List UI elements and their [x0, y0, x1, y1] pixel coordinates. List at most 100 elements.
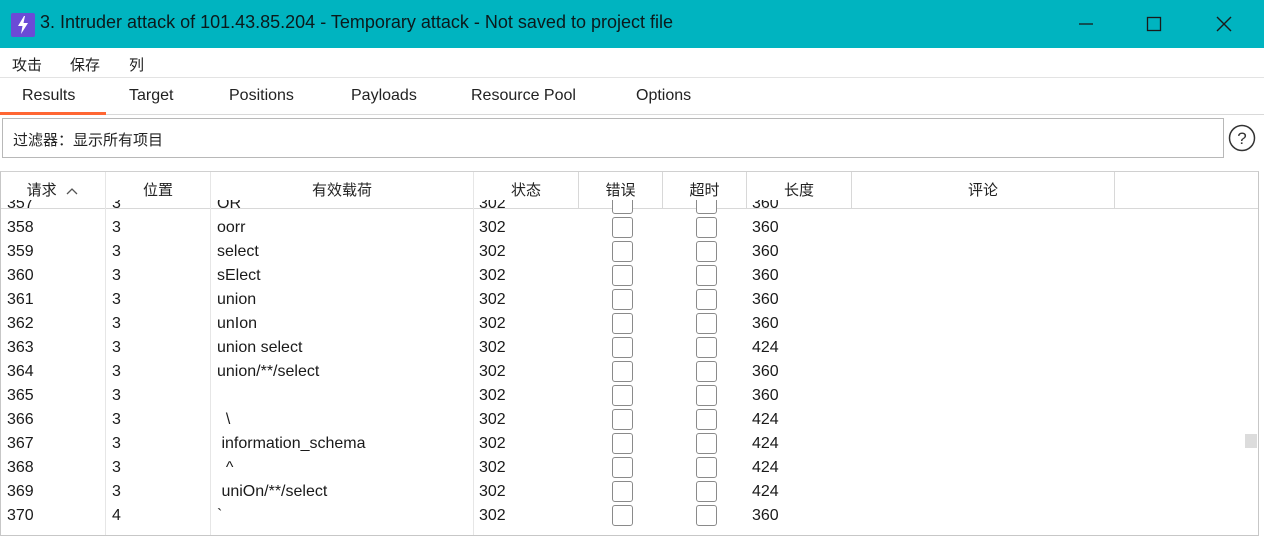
- status-cell: 302: [479, 200, 506, 212]
- table-row[interactable]: 360 3 sElect 302 360: [1, 264, 1246, 288]
- table-row[interactable]: 367 3 information_schema 302 424: [1, 432, 1246, 456]
- tab-target[interactable]: Target: [129, 87, 173, 105]
- table-row[interactable]: 370 4 ` 302 360: [1, 504, 1246, 528]
- request-cell: 363: [7, 339, 34, 356]
- filter-bar[interactable]: 过滤器：显示所有项目: [2, 118, 1224, 158]
- tab-results[interactable]: Results: [22, 87, 75, 105]
- request-cell: 361: [7, 291, 34, 308]
- request-cell: 364: [7, 363, 34, 380]
- tab-bar: Results Target Positions Payloads Resour…: [0, 79, 1264, 115]
- results-table: 请求 位置 有效载荷 状态 错误 超时 长度 评论 357 3 OR 302 360 35…: [0, 171, 1259, 536]
- error-checkbox[interactable]: [612, 337, 633, 358]
- payload-cell: oorr: [217, 219, 246, 236]
- position-cell: 3: [112, 291, 121, 308]
- payload-cell: union: [217, 291, 257, 308]
- payload-cell: ^: [217, 459, 234, 476]
- length-cell: 360: [752, 507, 779, 524]
- maximize-button[interactable]: [1120, 0, 1188, 48]
- timeout-checkbox[interactable]: [696, 241, 717, 262]
- table-row[interactable]: 359 3 select 302 360: [1, 240, 1246, 264]
- position-cell: 3: [112, 363, 121, 380]
- timeout-checkbox[interactable]: [696, 217, 717, 238]
- error-checkbox[interactable]: [612, 409, 633, 430]
- error-checkbox[interactable]: [612, 200, 633, 214]
- position-cell: 3: [112, 411, 121, 428]
- error-checkbox[interactable]: [612, 457, 633, 478]
- menu-attack[interactable]: 攻击: [12, 54, 42, 75]
- timeout-checkbox[interactable]: [696, 337, 717, 358]
- length-cell: 360: [752, 219, 779, 236]
- maximize-icon: [1146, 16, 1162, 32]
- timeout-checkbox[interactable]: [696, 200, 717, 214]
- timeout-checkbox[interactable]: [696, 385, 717, 406]
- payload-cell: information_schema: [217, 435, 366, 452]
- status-cell: 302: [479, 459, 506, 476]
- timeout-checkbox[interactable]: [696, 313, 717, 334]
- tab-positions[interactable]: Positions: [229, 87, 294, 105]
- tab-options[interactable]: Options: [636, 87, 691, 105]
- length-cell: 360: [752, 291, 779, 308]
- request-cell: 362: [7, 315, 34, 332]
- table-row[interactable]: 369 3 uniOn/**/select 302 424: [1, 480, 1246, 504]
- timeout-checkbox[interactable]: [696, 505, 717, 526]
- error-checkbox[interactable]: [612, 505, 633, 526]
- table-row[interactable]: 364 3 union/**/select 302 360: [1, 360, 1246, 384]
- error-checkbox[interactable]: [612, 481, 633, 502]
- error-checkbox[interactable]: [612, 217, 633, 238]
- timeout-checkbox[interactable]: [696, 433, 717, 454]
- timeout-checkbox[interactable]: [696, 481, 717, 502]
- status-cell: 302: [479, 291, 506, 308]
- error-checkbox[interactable]: [612, 289, 633, 310]
- resize-grip[interactable]: [618, 538, 642, 544]
- table-row[interactable]: 357 3 OR 302 360: [1, 200, 1246, 216]
- length-cell: 360: [752, 387, 779, 404]
- position-cell: 3: [112, 435, 121, 452]
- table-body: 357 3 OR 302 360 358 3 oorr 302 360 359 3 select 302 3…: [1, 200, 1246, 535]
- position-cell: 3: [112, 459, 121, 476]
- payload-cell: `: [217, 507, 223, 524]
- timeout-checkbox[interactable]: [696, 361, 717, 382]
- tab-resource-pool[interactable]: Resource Pool: [471, 87, 576, 105]
- request-cell: 360: [7, 267, 34, 284]
- request-cell: 369: [7, 483, 34, 500]
- error-checkbox[interactable]: [612, 433, 633, 454]
- minimize-button[interactable]: [1052, 0, 1120, 48]
- table-row[interactable]: 365 3 302 360: [1, 384, 1246, 408]
- menu-columns[interactable]: 列: [129, 54, 144, 75]
- error-checkbox[interactable]: [612, 313, 633, 334]
- request-cell: 357: [7, 200, 34, 212]
- position-cell: 3: [112, 243, 121, 260]
- table-row[interactable]: 361 3 union 302 360: [1, 288, 1246, 312]
- length-cell: 424: [752, 339, 779, 356]
- error-checkbox[interactable]: [612, 361, 633, 382]
- status-cell: 302: [479, 411, 506, 428]
- timeout-checkbox[interactable]: [696, 265, 717, 286]
- help-icon[interactable]: ?: [1228, 124, 1256, 152]
- length-cell: 360: [752, 200, 779, 212]
- scrollbar-thumb[interactable]: [1245, 434, 1257, 448]
- error-checkbox[interactable]: [612, 385, 633, 406]
- tab-payloads[interactable]: Payloads: [351, 87, 417, 105]
- table-row[interactable]: 362 3 unIon 302 360: [1, 312, 1246, 336]
- table-row[interactable]: 366 3 \ 302 424: [1, 408, 1246, 432]
- timeout-checkbox[interactable]: [696, 409, 717, 430]
- request-cell: 367: [7, 435, 34, 452]
- request-cell: 365: [7, 387, 34, 404]
- payload-cell: union/**/select: [217, 363, 320, 380]
- header-request-label: 请求: [26, 181, 57, 199]
- request-cell: 359: [7, 243, 34, 260]
- length-cell: 360: [752, 363, 779, 380]
- length-cell: 424: [752, 459, 779, 476]
- error-checkbox[interactable]: [612, 241, 633, 262]
- lightning-icon: [11, 13, 35, 37]
- status-cell: 302: [479, 483, 506, 500]
- table-row[interactable]: 358 3 oorr 302 360: [1, 216, 1246, 240]
- menu-save[interactable]: 保存: [70, 54, 100, 75]
- close-button[interactable]: [1190, 0, 1258, 48]
- timeout-checkbox[interactable]: [696, 457, 717, 478]
- timeout-checkbox[interactable]: [696, 289, 717, 310]
- table-row[interactable]: 363 3 union select 302 424: [1, 336, 1246, 360]
- svg-text:?: ?: [1237, 129, 1246, 148]
- error-checkbox[interactable]: [612, 265, 633, 286]
- table-row[interactable]: 368 3 ^ 302 424: [1, 456, 1246, 480]
